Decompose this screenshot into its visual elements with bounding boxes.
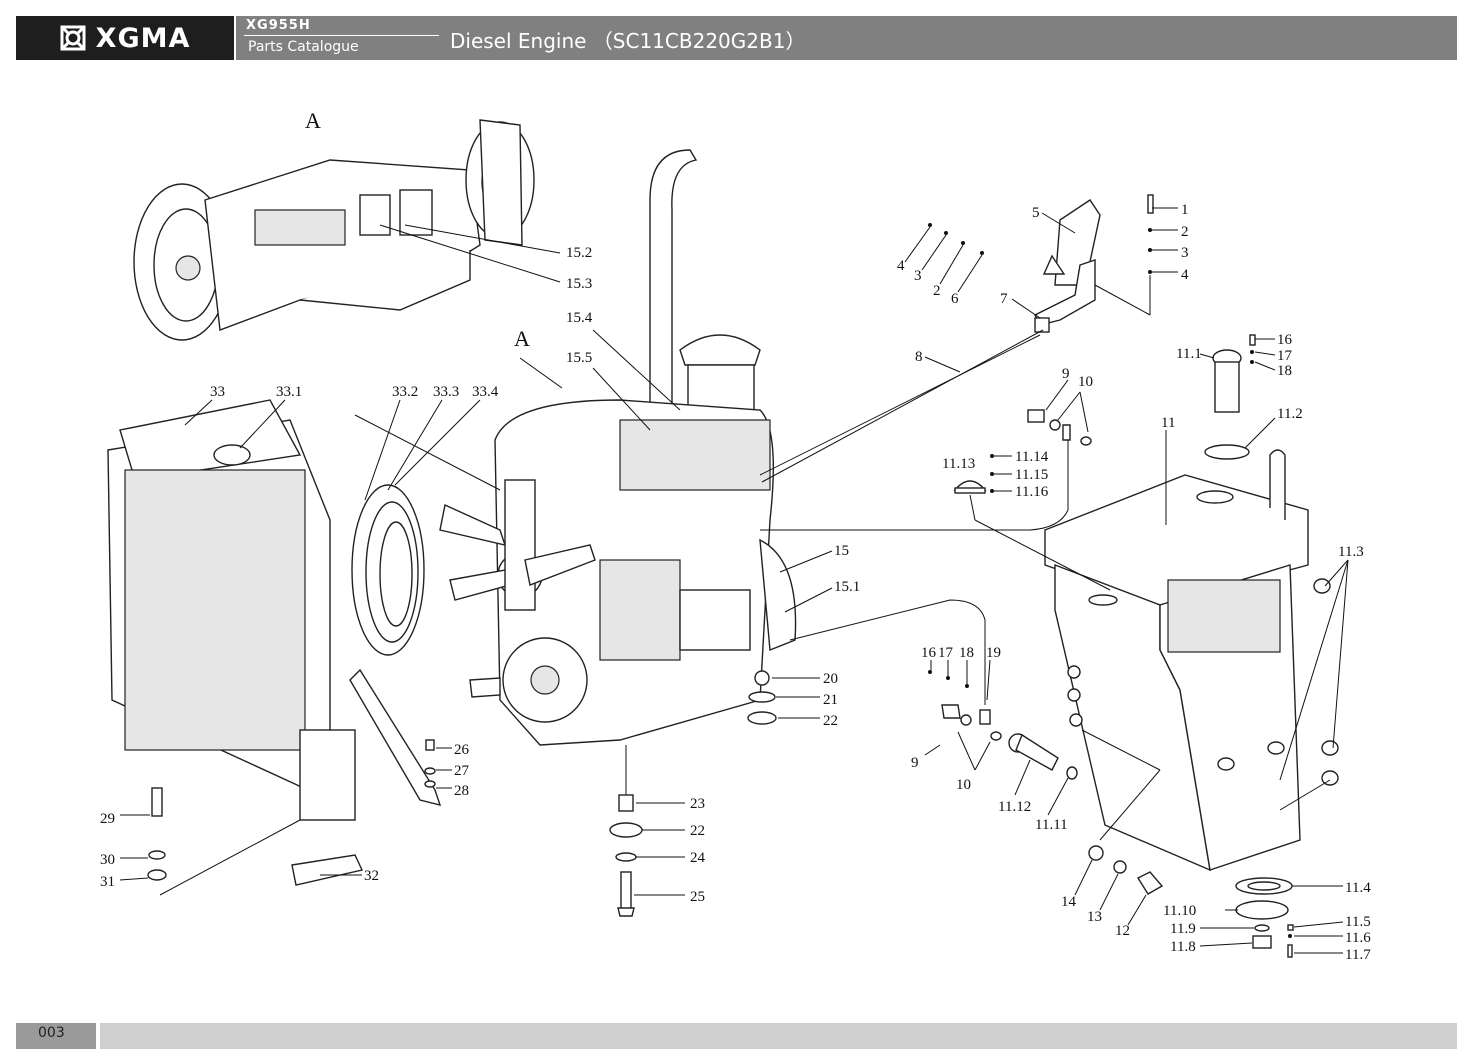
fuel-tank [1044,474,1339,872]
callout-21: 21 [823,692,838,708]
engine-view-a [133,119,535,341]
callout-11-4: 11.4 [1345,880,1371,896]
callout-27: 27 [454,763,470,779]
callout-30: 30 [100,852,115,868]
callout-2b: 2 [933,283,941,299]
callout-4b: 4 [897,258,905,274]
callout-11-1: 11.1 [1176,346,1202,362]
callout-33-1: 33.1 [276,384,302,400]
callout-16: 16 [921,645,937,661]
callout-9b: 9 [911,755,919,771]
callout-15: 15 [834,543,849,559]
drain-fittings [1088,845,1164,895]
radiator-fan-guard [351,484,425,656]
callout-28: 28 [454,783,469,799]
accelerator-pedal [1034,199,1101,333]
callout-20: 20 [823,671,838,687]
callout-10: 10 [1078,374,1093,390]
callout-15-5: 15.5 [566,350,592,366]
view-a-arrow-label: A [514,326,530,351]
tank-breather [953,480,987,494]
footer-bar [100,1023,1457,1049]
callout-11-12: 11.12 [998,799,1031,815]
callout-15-1: 15.1 [834,579,860,595]
view-a-label: A [305,108,321,133]
callout-11-13: 11.13 [942,456,975,472]
callout-11-7: 11.7 [1345,947,1371,963]
callout-1: 1 [1181,202,1189,218]
fuel-cap [1196,334,1256,504]
callout-11-3: 11.3 [1338,544,1364,560]
callout-11-14: 11.14 [1015,449,1049,465]
callout-5: 5 [1032,205,1040,221]
callout-6: 6 [951,291,959,307]
callout-11-6: 11.6 [1345,930,1371,946]
callout-16b: 16 [1277,332,1293,348]
callout-7: 7 [1000,291,1008,307]
callout-11-11: 11.11 [1035,817,1068,833]
callout-11-10: 11.10 [1163,903,1196,919]
callout-33-3: 33.3 [433,384,459,400]
callout-24: 24 [690,850,706,866]
callout-12: 12 [1115,923,1130,939]
callout-11-8: 11.8 [1170,939,1196,955]
fuel-line-upper [1027,409,1092,446]
callout-33-2: 33.2 [392,384,418,400]
callout-11-5: 11.5 [1345,914,1371,930]
engine-mount-rear [609,745,643,917]
callout-11-9: 11.9 [1170,921,1196,937]
callout-11: 11 [1161,415,1175,431]
callout-26: 26 [454,742,470,758]
callout-9: 9 [1062,366,1070,382]
callout-10b: 10 [956,777,971,793]
callout-18b: 18 [1277,363,1292,379]
callout-17b: 17 [1277,348,1293,364]
callout-4: 4 [1181,267,1189,283]
page-number: 003 [38,1025,65,1041]
callout-15-3: 15.3 [566,276,592,292]
callout-15-4: 15.4 [566,310,593,326]
radiator-bracket [349,668,442,806]
callout-22b: 22 [690,823,705,839]
callout-2: 2 [1181,224,1189,240]
parts-diagram: A 15.2 15.3 A 15.4 15.5 15 15.1 20 21 22… [100,108,1371,963]
callout-8: 8 [915,349,923,365]
callout-32: 32 [364,868,379,884]
callout-25: 25 [690,889,705,905]
callout-3b: 3 [914,268,922,284]
callout-33: 33 [210,384,225,400]
callout-13: 13 [1087,909,1102,925]
page-number-box: 003 [16,1023,96,1049]
callout-17: 17 [938,645,954,661]
callout-19: 19 [986,645,1001,661]
callout-18: 18 [959,645,974,661]
callout-22: 22 [823,713,838,729]
callout-23: 23 [690,796,705,812]
callout-33-4: 33.4 [472,384,499,400]
radiator [107,399,356,821]
callout-14: 14 [1061,894,1077,910]
callout-11-15: 11.15 [1015,467,1048,483]
callout-31: 31 [100,874,115,890]
callout-29: 29 [100,811,115,827]
callout-11-2: 11.2 [1277,406,1303,422]
tank-drain-assembly [1235,877,1294,958]
callout-11-16: 11.16 [1015,484,1049,500]
callout-15-2: 15.2 [566,245,592,261]
callout-3: 3 [1181,245,1189,261]
